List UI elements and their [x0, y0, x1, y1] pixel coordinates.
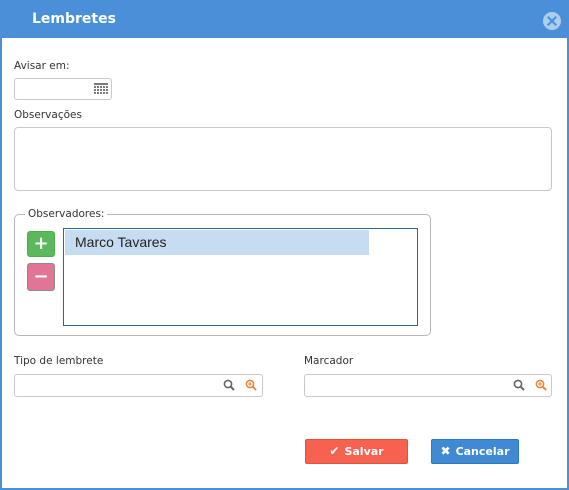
- zoom-add-icon[interactable]: [245, 379, 257, 391]
- check-icon: ✔: [329, 444, 340, 458]
- remove-observer-button[interactable]: −: [27, 263, 55, 291]
- close-icon[interactable]: [543, 12, 561, 30]
- observer-list-item[interactable]: Marco Tavares: [65, 230, 369, 255]
- observacoes-label: Observações: [14, 109, 82, 121]
- tipo-lembrete-label: Tipo de lembrete: [14, 355, 104, 367]
- cancel-button-label: Cancelar: [455, 445, 510, 458]
- search-icon[interactable]: [223, 379, 235, 391]
- avisar-em-date-input[interactable]: [14, 78, 112, 100]
- marcador-label: Marcador: [304, 355, 354, 367]
- zoom-add-icon[interactable]: [535, 379, 547, 391]
- save-button[interactable]: ✔ Salvar: [305, 439, 408, 464]
- search-icon[interactable]: [513, 379, 525, 391]
- tipo-lembrete-input[interactable]: [14, 374, 263, 397]
- observacoes-textarea[interactable]: [14, 127, 552, 191]
- dialog-titlebar: Lembretes: [2, 2, 567, 38]
- dialog-title: Lembretes: [32, 11, 116, 27]
- save-button-label: Salvar: [344, 445, 384, 458]
- observadores-fieldset: Observadores: + − Marco Tavares: [14, 208, 431, 336]
- x-icon: ✖: [440, 444, 451, 458]
- add-observer-button[interactable]: +: [27, 231, 55, 257]
- observadores-legend: Observadores:: [25, 208, 108, 220]
- marcador-input[interactable]: [304, 374, 552, 397]
- observers-listbox[interactable]: Marco Tavares: [63, 228, 418, 326]
- cancel-button[interactable]: ✖ Cancelar: [431, 439, 519, 464]
- lembretes-dialog: Lembretes Avisar em: Observações Observa…: [0, 0, 569, 490]
- avisar-em-label: Avisar em:: [14, 60, 70, 72]
- calendar-icon[interactable]: [94, 83, 108, 95]
